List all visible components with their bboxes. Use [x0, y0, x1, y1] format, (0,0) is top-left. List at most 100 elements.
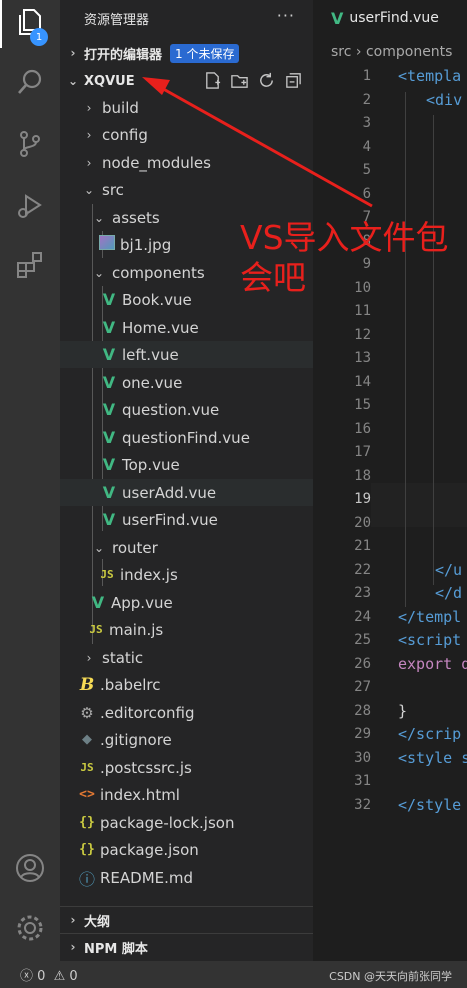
run-debug-activity[interactable]	[0, 184, 60, 232]
tree-file-left-vue[interactable]: V left.vue	[60, 341, 313, 368]
vue-file-icon: V	[102, 483, 116, 502]
account-icon	[14, 852, 46, 888]
code-line-32: </style	[398, 795, 462, 814]
tree-file-questionfind-vue[interactable]: V questionFind.vue	[60, 424, 313, 451]
tree-label: index.js	[120, 565, 178, 584]
tree-folder-components[interactable]: ⌄ components	[60, 259, 313, 286]
tree-file-readme-md[interactable]: ⓘ README.md	[60, 864, 313, 891]
tree-label: build	[102, 98, 139, 117]
breadcrumb-components[interactable]: components	[366, 44, 453, 60]
tab-userfind-vue[interactable]: V userFind.vue	[313, 0, 467, 36]
tree-label: .editorconfig	[100, 703, 195, 722]
explorer-activity[interactable]: 1	[0, 0, 60, 48]
line-number: 14	[354, 373, 371, 390]
code-line-28: }	[398, 701, 408, 720]
open-editors-section[interactable]: › 打开的编辑器 1 个未保存	[60, 40, 313, 66]
tree-label: main.js	[109, 620, 164, 639]
new-folder-icon[interactable]	[230, 71, 249, 94]
chevron-right-icon: ›	[86, 100, 92, 115]
unsaved-badge: 1 个未保存	[170, 43, 240, 63]
settings-activity[interactable]	[0, 906, 60, 954]
chevron-right-icon: ›	[86, 127, 92, 142]
tree-folder-node-modules[interactable]: › node_modules	[60, 149, 313, 176]
refresh-icon[interactable]	[257, 71, 276, 94]
tree-file-app-vue[interactable]: V App.vue	[60, 589, 313, 616]
line-number: 32	[354, 796, 371, 813]
chevron-right-icon: ›	[70, 940, 76, 954]
line-number: 9	[362, 256, 371, 272]
tree-label: Book.vue	[122, 290, 192, 309]
account-activity[interactable]	[0, 846, 60, 894]
tree-file-book-vue[interactable]: V Book.vue	[60, 286, 313, 313]
tree-folder-config[interactable]: › config	[60, 121, 313, 148]
js-file-icon: JS	[89, 623, 103, 636]
collapse-all-icon[interactable]	[284, 71, 303, 94]
tree-file-postcssrc-js[interactable]: JS .postcssrc.js	[60, 754, 313, 781]
line-number: 25	[354, 632, 371, 648]
js-file-icon: JS	[80, 761, 94, 774]
explorer-title: 资源管理器	[84, 12, 150, 28]
line-number: 17	[354, 444, 371, 460]
problems-indicator[interactable]: ⓧ 0 ⚠ 0	[20, 965, 78, 984]
error-count: 0	[37, 969, 46, 984]
line-number: 10	[354, 279, 371, 296]
config-file-icon: ⚙	[80, 703, 94, 722]
tree-label: one.vue	[122, 373, 183, 392]
tree-folder-src[interactable]: ⌄ src	[60, 176, 313, 203]
tree-file-top-vue[interactable]: V Top.vue	[60, 451, 313, 478]
tree-label: left.vue	[122, 345, 179, 364]
line-number: 18	[354, 467, 371, 484]
tree-file-useradd-vue[interactable]: V userAdd.vue	[60, 479, 313, 506]
breadcrumb-src[interactable]: src	[331, 44, 351, 60]
tree-folder-assets[interactable]: ⌄ assets	[60, 204, 313, 231]
chevron-down-icon: ⌄	[93, 540, 105, 555]
chevron-down-icon: ⌄	[93, 265, 105, 280]
new-file-icon[interactable]	[203, 71, 222, 94]
tree-label: index.html	[100, 785, 180, 804]
search-icon	[14, 66, 46, 102]
tree-file-userfind-vue[interactable]: V userFind.vue	[60, 506, 313, 533]
tree-file-babelrc[interactable]: B .babelrc	[60, 671, 313, 698]
tree-file-one-vue[interactable]: V one.vue	[60, 369, 313, 396]
chevron-right-icon: ›	[355, 44, 366, 60]
outline-section[interactable]: › 大纲	[60, 906, 313, 933]
project-actions	[203, 71, 303, 94]
line-number: 6	[362, 185, 371, 202]
tree-file-index-js[interactable]: JS index.js	[60, 561, 313, 588]
vue-file-icon: V	[102, 400, 116, 419]
tree-file-home-vue[interactable]: V Home.vue	[60, 314, 313, 341]
image-file-icon	[97, 235, 117, 254]
project-section[interactable]: ⌄ XQVUE	[60, 68, 313, 94]
tree-label: userFind.vue	[122, 510, 218, 529]
line-number: 31	[354, 773, 371, 789]
more-actions-icon[interactable]: ···	[277, 6, 295, 25]
line-number: 7	[362, 209, 371, 225]
line-number: 21	[354, 538, 371, 554]
tree-label: App.vue	[111, 593, 173, 612]
chevron-right-icon: ›	[70, 46, 76, 60]
extensions-icon	[14, 249, 46, 285]
extensions-activity[interactable]	[0, 243, 60, 291]
chevron-right-icon: ›	[86, 155, 92, 170]
tree-file-package-lock-json[interactable]: {} package-lock.json	[60, 809, 313, 836]
tree-folder-router[interactable]: ⌄ router	[60, 534, 313, 561]
tree-label: README.md	[100, 868, 194, 887]
code-line-26: export d	[398, 654, 467, 673]
tree-file-editorconfig[interactable]: ⚙ .editorconfig	[60, 699, 313, 726]
tree-file-main-js[interactable]: JS main.js	[60, 616, 313, 643]
npm-scripts-section[interactable]: › NPM 脚本	[60, 933, 313, 960]
source-control-activity[interactable]	[0, 122, 60, 170]
tree-folder-build[interactable]: › build	[60, 94, 313, 121]
tree-file-bj1-jpg[interactable]: bj1.jpg	[60, 231, 313, 258]
tree-file-package-json[interactable]: {} package.json	[60, 836, 313, 863]
tree-file-question-vue[interactable]: V question.vue	[60, 396, 313, 423]
line-number: 5	[362, 162, 371, 178]
tree-label: static	[102, 648, 144, 667]
explorer-badge: 1	[30, 28, 48, 46]
tree-file-gitignore[interactable]: ◆ .gitignore	[60, 726, 313, 753]
line-number: 12	[354, 326, 371, 343]
npm-scripts-label: NPM 脚本	[84, 941, 148, 957]
tree-folder-static[interactable]: › static	[60, 644, 313, 671]
search-activity[interactable]	[0, 60, 60, 108]
tree-file-index-html[interactable]: <> index.html	[60, 781, 313, 808]
